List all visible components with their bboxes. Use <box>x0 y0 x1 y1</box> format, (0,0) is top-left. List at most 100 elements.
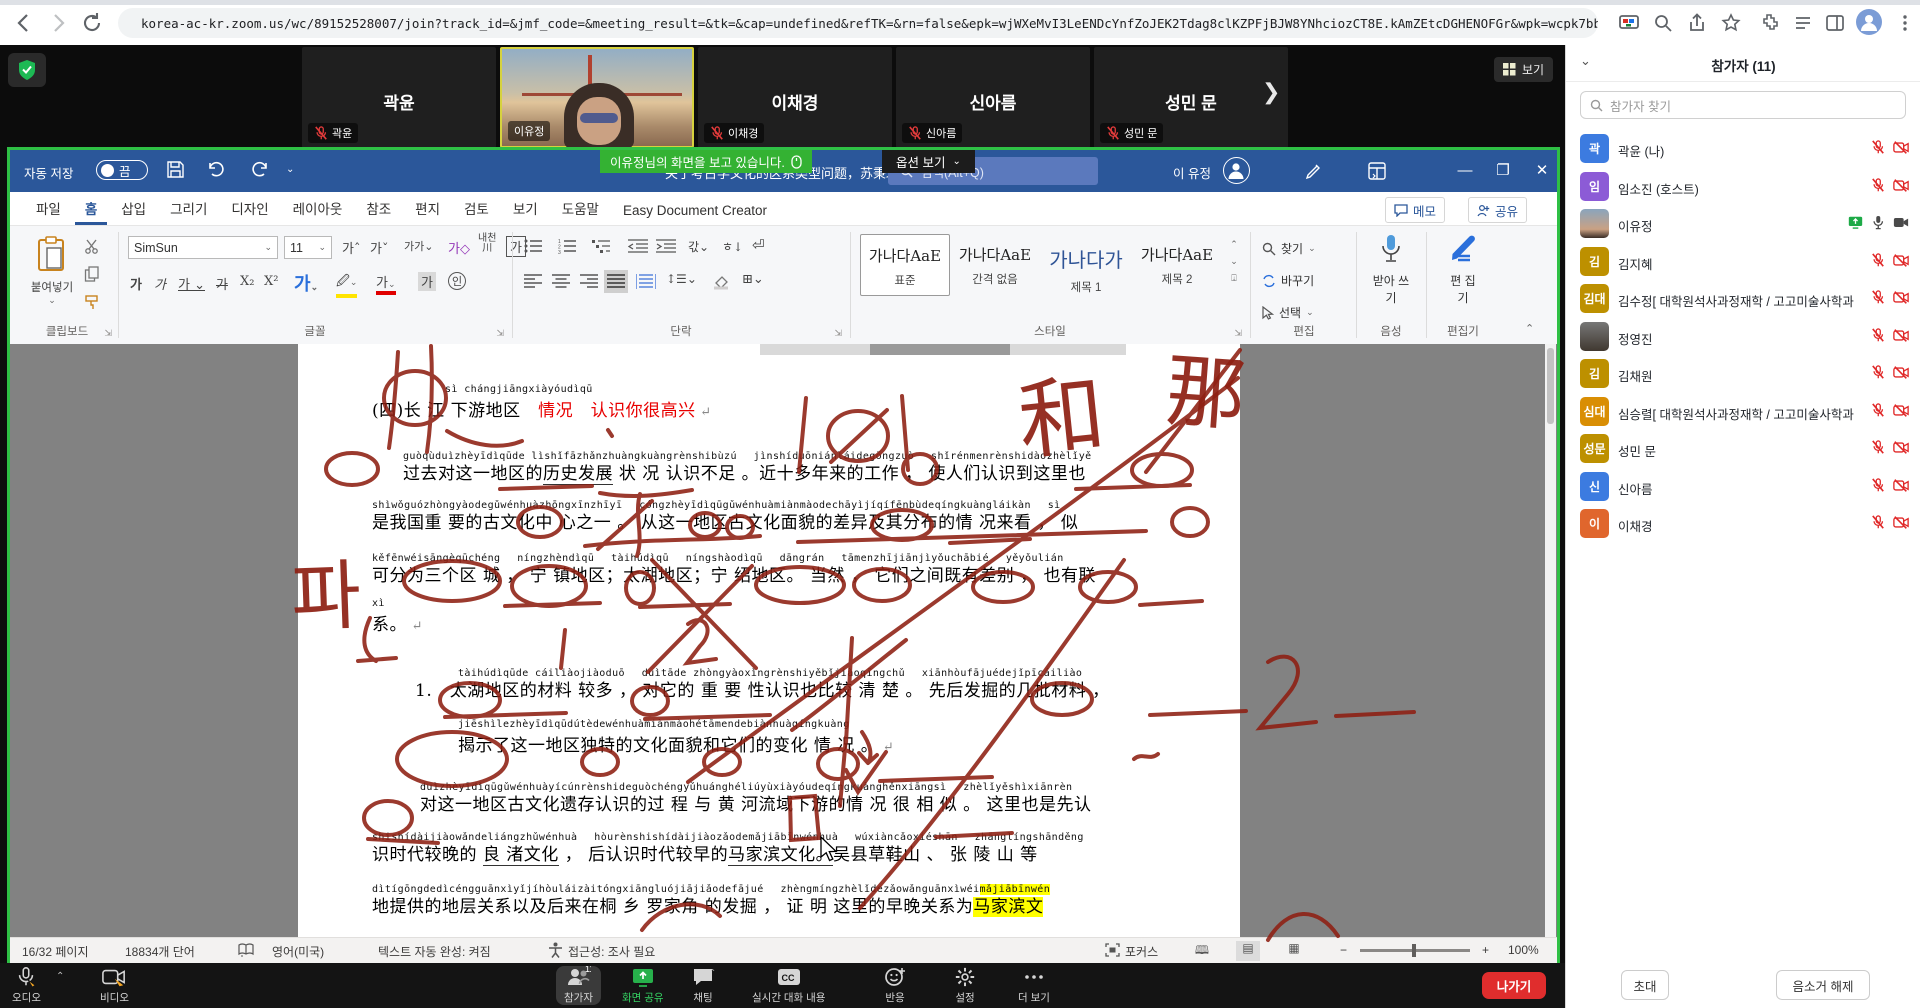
print-layout-button[interactable]: ▤ <box>1236 941 1260 961</box>
bold-button[interactable]: 가 <box>130 274 142 293</box>
profile-avatar[interactable] <box>1856 9 1882 35</box>
style-간격 없음[interactable]: 가나다AaE간격 없음 <box>951 234 1039 294</box>
ribbon-tab-보기[interactable]: 보기 <box>503 191 548 225</box>
options-view-button[interactable]: 옵션 보기 ⌄ <box>882 150 975 173</box>
participant-row[interactable]: 신신아름 <box>1566 469 1920 505</box>
address-bar[interactable]: korea-ac-kr.zoom.us/wc/89152528007/join?… <box>118 8 1598 38</box>
security-shield-icon[interactable] <box>8 53 46 87</box>
draw-pen-icon[interactable] <box>1305 162 1323 180</box>
unmute-button[interactable]: 음소거 해제 <box>1776 970 1870 1000</box>
toolbar-gear-button[interactable]: 설정 <box>954 966 976 1005</box>
toolbar-participants-button[interactable]: 11참가자 <box>556 966 601 1005</box>
proofing-icon[interactable] <box>238 942 254 958</box>
text-effects-button[interactable]: 가⌄ <box>294 270 318 296</box>
copy-icon[interactable] <box>84 266 100 282</box>
read-mode-button[interactable]: 🕮 <box>1190 941 1214 961</box>
document-page[interactable]: sì chángjiāngxiàyóudìqū(四)长 江 下游地区 情况 认识… <box>298 344 1240 937</box>
participant-row[interactable]: 정영진 <box>1566 319 1920 355</box>
increase-indent-button[interactable] <box>656 238 676 254</box>
clipboard-dialog-launcher[interactable]: ⇲ <box>104 328 112 339</box>
video-button[interactable]: 비디오 <box>100 966 129 1005</box>
ribbon-tab-파일[interactable]: 파일 <box>26 191 71 225</box>
audio-button[interactable]: 오디오 <box>12 966 41 1005</box>
autocomplete-status[interactable]: 텍스트 자동 완성: 켜짐 <box>378 943 491 960</box>
participant-row[interactable]: 성문성민 문 <box>1566 431 1920 467</box>
toolbar-cc-button[interactable]: CC실시간 대화 내용 <box>752 966 825 1005</box>
style-표준[interactable]: 가나다AaE표준 <box>860 234 950 296</box>
toolbar-chat-button[interactable]: ⌃채팅 <box>692 966 714 1005</box>
invite-button[interactable]: 초대 <box>1621 970 1669 1000</box>
superscript-button[interactable]: X² <box>264 274 278 289</box>
participant-row[interactable]: 임임소진 (호스트) <box>1566 169 1920 205</box>
find-button[interactable]: 찾기⌄ <box>1262 240 1316 257</box>
video-tile-이채경[interactable]: 이채경이채경 <box>698 47 892 148</box>
reading-list-icon[interactable] <box>1792 12 1814 34</box>
next-videos-chevron[interactable]: ❯ <box>1262 79 1280 105</box>
participant-row[interactable]: 김대김수정[ 대학원석사과정재학 / 고고미술사학과 ] <box>1566 281 1920 317</box>
participant-row[interactable]: 심대심승렬[ 대학원석사과정재학 / 고고미술사학과 ] <box>1566 394 1920 430</box>
scrollbar-thumb[interactable] <box>1547 348 1554 424</box>
participant-row[interactable]: 곽곽윤 (나) <box>1566 131 1920 167</box>
shading-bucket-icon[interactable] <box>712 274 730 290</box>
multilevel-list-button[interactable] <box>592 238 614 254</box>
ribbon-tab-도움말[interactable]: 도움말 <box>552 191 609 225</box>
save-icon[interactable] <box>166 160 185 179</box>
zoom-slider-thumb[interactable] <box>1412 944 1416 957</box>
ribbon-tab-삽입[interactable]: 삽입 <box>111 191 156 225</box>
ribbon-tab-레이아웃[interactable]: 레이아웃 <box>283 191 353 225</box>
ribbon-tab-편지[interactable]: 편지 <box>405 191 450 225</box>
align-right-button[interactable] <box>580 274 598 289</box>
toolbar-share-button[interactable]: 화면 공유 <box>622 966 664 1005</box>
menu-kebab-icon[interactable] <box>1894 12 1916 34</box>
style-제목 2[interactable]: 가나다AaE제목 2 <box>1133 234 1221 294</box>
shrink-font-button[interactable]: 가ˇ <box>370 238 388 257</box>
ribbon-tab-그리기[interactable]: 그리기 <box>160 191 217 225</box>
zoom-percentage[interactable]: 100% <box>1508 943 1539 957</box>
bullets-button[interactable] <box>524 238 546 254</box>
video-tile-곽윤[interactable]: 곽윤곽윤 <box>302 47 496 148</box>
participant-row[interactable]: 김김지혜 <box>1566 244 1920 280</box>
font-color-button[interactable]: 가⌄ <box>376 272 396 295</box>
undo-icon[interactable] <box>206 160 226 179</box>
decrease-indent-button[interactable] <box>628 238 648 254</box>
format-painter-icon[interactable] <box>84 294 100 310</box>
paste-button[interactable]: 붙여넣기⌄ <box>30 236 74 306</box>
enclose-characters-button[interactable]: 인 <box>448 272 466 290</box>
accessibility-status[interactable]: 접근성: 조사 필요 <box>568 943 655 960</box>
web-layout-button[interactable]: ▦ <box>1282 941 1306 961</box>
share-icon[interactable] <box>1686 12 1708 34</box>
leave-label[interactable]: 나가기 <box>1497 976 1532 995</box>
editor-button[interactable]: 편 집기 <box>1430 234 1496 306</box>
audio-options-chevron[interactable]: ⌃ <box>56 971 64 982</box>
highlight-color-button[interactable]: 🖉⌄ <box>336 272 357 298</box>
reload-button[interactable] <box>80 11 104 35</box>
page-indicator[interactable]: 16/32 페이지 <box>22 943 88 960</box>
participant-row[interactable]: 이유정 <box>1566 206 1920 242</box>
sort-button[interactable]: ㅎ↓ <box>722 238 743 255</box>
share-document-button[interactable]: 공유 <box>1468 197 1527 223</box>
borders-button[interactable]: ⊞⌄ <box>742 272 764 287</box>
account-avatar[interactable] <box>1223 157 1250 184</box>
autosave-toggle[interactable]: 끔 <box>96 160 148 180</box>
line-spacing-button[interactable]: ↕☰⌄ <box>666 272 697 286</box>
phonetic-guide-button[interactable]: 내천川 <box>478 234 496 254</box>
extensions-icon[interactable] <box>1758 12 1780 34</box>
subscript-button[interactable]: X₂ <box>240 274 254 289</box>
font-dialog-launcher[interactable]: ⇲ <box>496 328 504 339</box>
zoom-out-button[interactable]: − <box>1340 943 1347 957</box>
side-panel-icon[interactable] <box>1824 12 1846 34</box>
restore-button[interactable]: ❐ <box>1488 158 1518 184</box>
grow-font-button[interactable]: 가ˆ <box>342 238 360 257</box>
vertical-scrollbar[interactable] <box>1545 344 1556 937</box>
justify-button[interactable] <box>607 274 625 289</box>
redo-icon[interactable] <box>250 160 270 179</box>
strikethrough-button[interactable]: 가 <box>216 274 228 293</box>
ribbon-tab-Easy Document Creator[interactable]: Easy Document Creator <box>613 196 777 225</box>
account-name[interactable]: 이 유정 <box>1173 163 1211 182</box>
quick-access-chevron[interactable]: ⌄ <box>286 164 294 175</box>
memo-button[interactable]: 메모 <box>1385 197 1445 223</box>
dictate-button[interactable]: 받아 쓰기 <box>1360 234 1422 306</box>
ribbon-tab-참조[interactable]: 참조 <box>356 191 401 225</box>
video-tile-성민 문[interactable]: 성민 문성민 문 <box>1094 47 1288 148</box>
styles-dialog-launcher[interactable]: ⇲ <box>1234 328 1242 339</box>
